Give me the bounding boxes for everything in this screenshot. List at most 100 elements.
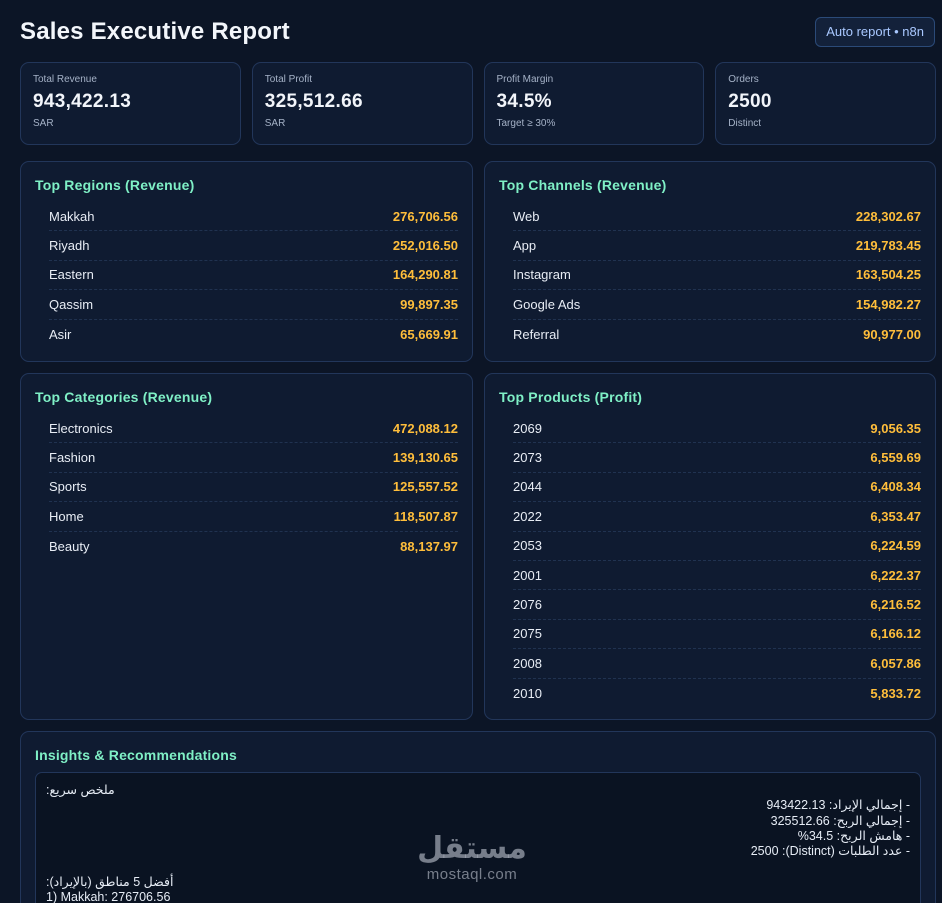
ranking-row: Sports 125,557.52 [49,473,458,503]
kpi-label: Total Revenue [33,74,97,85]
insight-line: - عدد الطلبات (Distinct): 2500 [750,844,910,859]
ranking-row: Electronics 472,088.12 [49,414,458,444]
kpi-label: Total Profit [264,74,312,85]
row-value: 65,669.91 [400,326,458,342]
row-label: Beauty [49,538,90,554]
insight-line: 1) Makkah: 276706.56 [46,890,171,903]
ranking-row: Eastern 164,290.81 [49,261,458,291]
row-label: Google Ads [513,296,581,312]
row-value: 252,016.50 [392,238,458,254]
row-label: Home [49,508,84,524]
row-value: 164,290.81 [392,267,458,283]
row-label: Instagram [513,267,571,283]
ranking-row: 2022 6,353.47 [513,502,921,532]
kpi-row: Total Revenue 943,422.13 SAR Total Profi… [20,62,936,145]
ranking-row: Referral 90,977.00 [513,320,921,349]
row-value: 6,408.34 [870,479,921,495]
row-label: Qassim [49,296,94,312]
kpi-value: 2500 [728,91,772,112]
kpi-value: 34.5% [496,91,552,112]
kpi-value: 325,512.66 [264,91,363,112]
kpi-orders: Orders 2500 Distinct [715,62,936,145]
row-value: 88,137.97 [400,538,458,554]
kpi-total-profit: Total Profit 325,512.66 SAR [251,62,473,145]
row-value: 276,706.56 [392,208,458,224]
ranking-row: 2069 9,056.35 [513,414,921,444]
row-label: 2076 [513,597,542,613]
insight-line: أفضل 5 مناطق (بالإيراد): [46,874,174,889]
row-value: 6,559.69 [870,450,921,466]
kpi-sub: Target ≥ 30% [496,118,556,129]
ranking-row: App 219,783.45 [513,231,921,261]
row-label: Web [513,208,540,224]
top-products-panel: Top Products (Profit) 2069 9,056.35 2073 6,… [484,373,936,720]
report-header: Sales Executive Report Auto report • n8n [20,16,936,50]
auto-report-badge[interactable]: Auto report • n8n [815,17,935,47]
top-categories-panel: Top Categories (Revenue) Electronics 472,… [20,373,473,720]
page-title: Sales Executive Report [20,18,290,45]
ranking-row: Beauty 88,137.97 [49,532,458,561]
row-value: 6,057.86 [870,655,921,671]
row-value: 118,507.87 [393,508,458,524]
top-channels-panel: Top Channels (Revenue) Web 228,302.67 App 2… [484,161,936,362]
row-label: 2053 [513,538,542,554]
ranking-row: 2075 6,166.12 [513,620,921,650]
ranking-list: 2069 9,056.35 2073 6,559.69 2044 6,408.34 2022… [513,414,921,708]
insights-text: ملخص سريع: - إجمالي الإيراد: 943422.13 -… [35,772,921,903]
row-label: Fashion [49,450,96,466]
row-label: Electronics [49,420,113,436]
insight-line: ملخص سريع: [46,783,115,797]
row-label: App [513,238,537,254]
ranking-row: 2053 6,224.59 [513,532,921,561]
row-value: 228,302.67 [855,208,921,224]
row-value: 6,216.52 [870,597,921,613]
row-label: Sports [49,479,87,495]
top-regions-panel: Top Regions (Revenue) Makkah 276,706.56 Ri… [20,161,473,362]
kpi-sub: SAR [264,118,286,129]
row-label: 2008 [513,655,542,671]
kpi-label: Profit Margin [496,74,554,85]
row-label: Riyadh [49,238,90,254]
ranking-row: Instagram 163,504.25 [513,261,921,291]
row-value: 219,783.45 [855,238,921,254]
ranking-row: 2001 6,222.37 [513,561,921,591]
row-value: 125,557.52 [392,479,458,495]
ranking-row: 2076 6,216.52 [513,590,921,620]
row-label: Referral [513,326,560,342]
ranking-row: 2008 6,057.86 [513,649,921,679]
kpi-sub: Distinct [728,118,762,129]
row-label: 2001 [513,567,542,583]
insights-panel: Insights & Recommendations ملخص سريع: - … [20,731,936,903]
insight-line: - إجمالي الربح: 325512.66 [770,813,910,828]
ranking-row: Home 118,507.87 [49,502,458,532]
ranking-row: 2044 6,408.34 [513,473,921,503]
row-value: 6,222.37 [870,567,921,583]
panel-title: Top Regions (Revenue) [35,177,195,193]
insight-blank-line [46,859,910,874]
ranking-row: Asir 65,669.91 [49,320,458,349]
panel-title: Top Products (Profit) [499,389,643,405]
ranking-list: Electronics 472,088.12 Fashion 139,130.65 Sp… [49,414,458,561]
ranking-row: Qassim 99,897.35 [49,290,458,320]
row-value: 9,056.35 [870,420,921,436]
ranking-row: Riyadh 252,016.50 [49,231,458,261]
ranking-row: Makkah 276,706.56 [49,202,458,232]
ranking-list: Web 228,302.67 App 219,783.45 Instagram 163,5… [513,202,921,349]
row-value: 90,977.00 [863,326,921,342]
row-value: 139,130.65 [392,450,458,466]
kpi-value: 943,422.13 [33,91,132,112]
insight-line: - هامش الربح: 34.5% [797,828,910,843]
insight-line: - إجمالي الإيراد: 943422.13 [766,798,910,813]
kpi-profit-margin: Profit Margin 34.5% Target ≥ 30% [483,62,705,145]
ranking-row: Fashion 139,130.65 [49,443,458,473]
row-value: 6,166.12 [870,626,921,642]
row-value: 6,224.59 [870,538,921,554]
row-label: 2022 [513,508,542,524]
kpi-total-revenue: Total Revenue 943,422.13 SAR [20,62,241,145]
kpi-sub: SAR [33,118,54,129]
row-label: Eastern [49,267,94,283]
ranking-row: Google Ads 154,982.27 [513,290,921,320]
kpi-label: Orders [728,74,759,85]
panel-title: Top Channels (Revenue) [499,177,667,193]
panel-title: Insights & Recommendations [35,747,238,763]
